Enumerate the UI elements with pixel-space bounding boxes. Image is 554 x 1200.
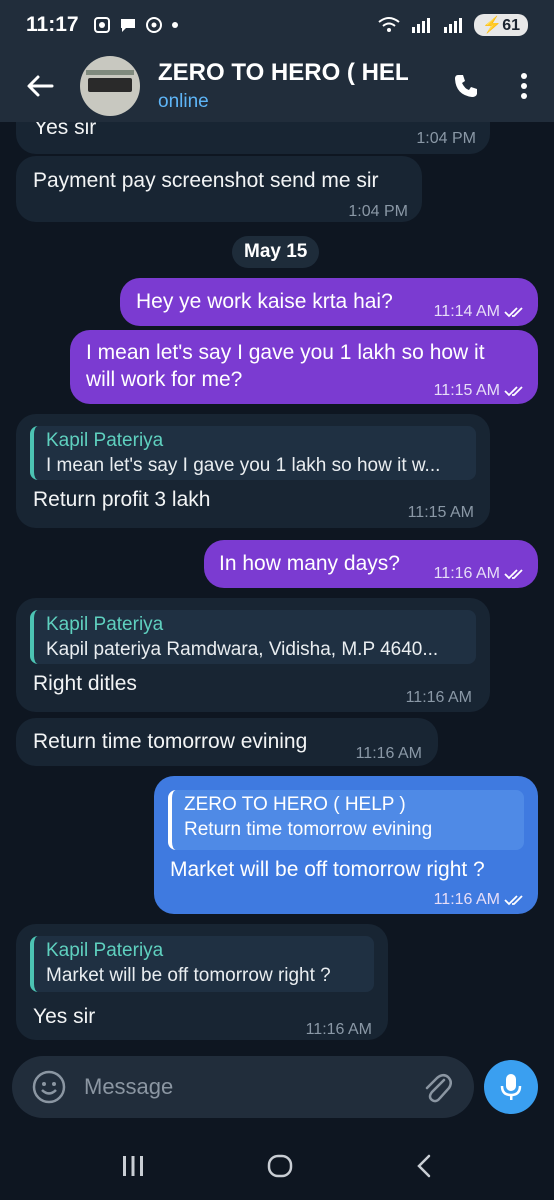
message-time: 11:15 AM: [433, 382, 500, 399]
reply-quote[interactable]: ZERO TO HERO ( HELP ) Return time tomorr…: [168, 790, 524, 850]
double-check-icon: [504, 569, 523, 580]
quote-author: Kapil Pateriya: [46, 940, 164, 961]
back-button[interactable]: [0, 74, 80, 98]
message-text: Market will be off tomorrow right ?: [170, 858, 485, 881]
chat-header: ZERO TO HERO ( HEL online: [0, 50, 554, 122]
battery-indicator: ⚡61: [474, 14, 528, 36]
message-time: 11:14 AM: [433, 303, 500, 320]
message-list[interactable]: Yes sir 1:04 PM Payment pay screenshot s…: [0, 122, 554, 1042]
message-incoming[interactable]: Kapil Pateriya Kapil pateriya Ramdwara, …: [16, 598, 490, 712]
quote-author: ZERO TO HERO ( HELP ): [184, 794, 406, 815]
message-incoming[interactable]: Kapil Pateriya Market will be off tomorr…: [16, 924, 388, 1040]
message-text: Hey ye work kaise krta hai?: [136, 290, 393, 313]
reply-quote[interactable]: Kapil Pateriya Market will be off tomorr…: [30, 936, 374, 992]
chat-title: ZERO TO HERO ( HEL: [158, 59, 408, 86]
message-outgoing[interactable]: Hey ye work kaise krta hai? 11:14 AM: [120, 278, 538, 326]
quote-text: Kapil pateriya Ramdwara, Vidisha, M.P 46…: [46, 639, 439, 660]
composer: Message: [0, 1042, 554, 1132]
screenshot-icon: [93, 17, 110, 33]
microphone-button[interactable]: [484, 1060, 538, 1114]
message-text: In how many days?: [219, 552, 400, 575]
message-text: Yes sir: [33, 1005, 96, 1028]
message-placeholder: Message: [84, 1074, 174, 1099]
message-time: 1:04 PM: [416, 130, 476, 147]
whatsapp-icon: [145, 17, 162, 33]
message-meta: 11:16 AM: [434, 560, 526, 587]
phone-icon[interactable]: [452, 72, 480, 100]
message-text-line-1: I mean let's say I gave you 1 lakh so ho…: [86, 341, 485, 364]
message-text-line-2: will work for me?: [86, 368, 243, 391]
message-time: 11:16 AM: [433, 565, 500, 582]
message-text: Yes sir: [34, 122, 97, 139]
message-text: Return profit 3 lakh: [33, 488, 211, 511]
dot-icon: [171, 22, 178, 28]
message-meta: 11:14 AM: [434, 298, 526, 325]
message-incoming[interactable]: Return time tomorrow evining 11:16 AM: [16, 718, 438, 766]
message-incoming[interactable]: Payment pay screenshot send me sir 1:04 …: [16, 156, 422, 222]
message-time: 11:16 AM: [305, 1021, 372, 1038]
message-incoming[interactable]: Kapil Pateriya I mean let's say I gave y…: [16, 414, 490, 528]
paperclip-icon[interactable]: [422, 1070, 452, 1104]
quote-text: I mean let's say I gave you 1 lakh so ho…: [46, 455, 441, 476]
emoji-icon[interactable]: [32, 1070, 66, 1104]
back-nav-icon[interactable]: [414, 1153, 434, 1179]
message-text: Return time tomorrow evining: [33, 730, 308, 753]
message-meta: 11:15 AM: [434, 377, 526, 404]
notification-icons: [93, 16, 179, 34]
more-options-icon[interactable]: [520, 72, 528, 100]
message-time: 11:16 AM: [433, 891, 500, 908]
message-outgoing[interactable]: I mean let's say I gave you 1 lakh so ho…: [70, 330, 538, 404]
microphone-icon: [500, 1074, 522, 1100]
arrow-left-icon: [27, 75, 54, 97]
chat-bubble-icon: [120, 19, 135, 32]
quote-author: Kapil Pateriya: [46, 430, 164, 451]
quote-text: Market will be off tomorrow right ?: [46, 965, 331, 986]
message-time: 1:04 PM: [348, 203, 408, 220]
double-check-icon: [504, 307, 523, 318]
message-incoming[interactable]: Yes sir 1:04 PM: [16, 122, 490, 154]
message-text: Right ditles: [33, 672, 137, 695]
quote-text: Return time tomorrow evining: [184, 819, 433, 840]
status-bar: 11:17 ⚡61: [0, 0, 554, 50]
home-icon[interactable]: [266, 1152, 294, 1180]
message-outgoing[interactable]: In how many days? 11:16 AM: [204, 540, 538, 588]
chat-title-block[interactable]: ZERO TO HERO ( HEL online: [158, 59, 408, 113]
battery-level: 61: [502, 17, 520, 34]
reply-quote[interactable]: Kapil Pateriya Kapil pateriya Ramdwara, …: [30, 610, 476, 664]
system-nav-bar: [0, 1132, 554, 1200]
reply-quote[interactable]: Kapil Pateriya I mean let's say I gave y…: [30, 426, 476, 480]
double-check-icon: [504, 895, 523, 906]
message-input[interactable]: Message: [12, 1056, 474, 1118]
signal-icon: [412, 18, 431, 33]
message-outgoing[interactable]: ZERO TO HERO ( HELP ) Return time tomorr…: [154, 776, 538, 914]
double-check-icon: [504, 386, 523, 397]
signal-icon-2: [444, 18, 463, 33]
message-time: 11:15 AM: [407, 504, 474, 521]
chat-status: online: [158, 91, 209, 112]
quote-author: Kapil Pateriya: [46, 614, 164, 635]
recent-apps-icon[interactable]: [120, 1154, 146, 1178]
message-time: 11:16 AM: [405, 689, 472, 706]
message-text: Payment pay screenshot send me sir: [33, 169, 379, 192]
date-separator: May 15: [232, 236, 320, 268]
message-meta: 11:16 AM: [434, 886, 526, 913]
avatar[interactable]: [80, 56, 140, 116]
wifi-icon: [378, 17, 400, 32]
status-time: 11:17: [26, 13, 79, 36]
message-time: 11:16 AM: [355, 745, 422, 762]
